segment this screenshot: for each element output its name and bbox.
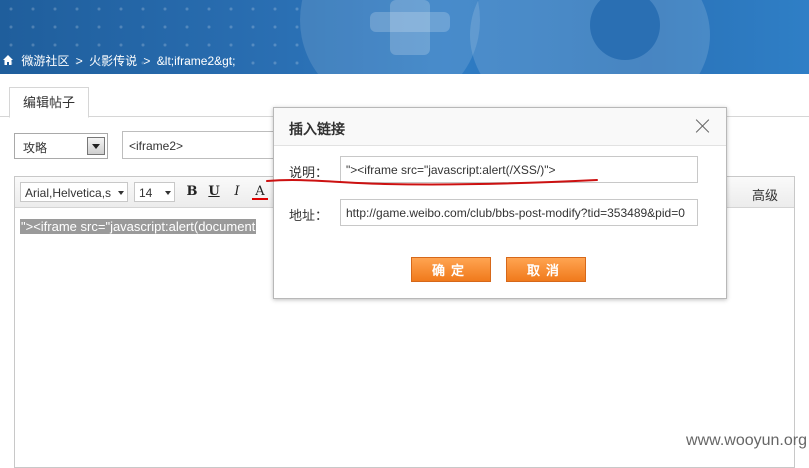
dialog-title: 插入链接 — [289, 121, 345, 137]
url-field[interactable]: http://game.weibo.com/club/bbs-post-modi… — [340, 199, 698, 226]
chevron-down-icon — [165, 191, 171, 195]
insert-link-dialog: 插入链接 说明： "><iframe src="javascript:alert… — [273, 107, 727, 299]
breadcrumb-community[interactable]: 微游社区 — [21, 54, 69, 68]
dialog-header: 插入链接 — [274, 108, 726, 146]
close-icon[interactable] — [694, 117, 712, 135]
advanced-button[interactable]: 高级 — [752, 185, 778, 204]
italic-button[interactable]: I — [229, 184, 245, 200]
font-family-value: Arial,Helvetica,s — [25, 186, 112, 200]
breadcrumb-board[interactable]: 火影传说 — [89, 54, 137, 68]
url-label: 地址： — [289, 208, 329, 223]
chevron-down-icon — [118, 191, 124, 195]
breadcrumb-separator: > — [75, 54, 83, 68]
title-value: <iframe2> — [129, 139, 184, 153]
category-select[interactable]: 攻略 — [14, 133, 108, 159]
font-size-value: 14 — [139, 186, 153, 200]
chevron-down-icon[interactable] — [87, 137, 105, 155]
breadcrumb: 微游社区 > 火影传说 > &lt;iframe2&gt; — [0, 52, 238, 70]
category-value: 攻略 — [23, 141, 48, 155]
cancel-button[interactable]: 取消 — [506, 257, 586, 282]
watermark: www.wooyun.org — [686, 432, 807, 449]
editor-content[interactable]: "><iframe src="javascript:alert(document — [20, 219, 257, 234]
home-icon[interactable] — [2, 54, 14, 66]
breadcrumb-separator: > — [143, 54, 151, 68]
font-family-select[interactable]: Arial,Helvetica,s — [20, 182, 128, 202]
header-banner: 微游社区 > 火影传说 > &lt;iframe2&gt; — [0, 0, 809, 74]
bold-button[interactable]: B — [184, 184, 200, 200]
font-size-select[interactable]: 14 — [134, 182, 175, 202]
annotation-underline — [266, 179, 598, 186]
tab-edit-post[interactable]: 编辑帖子 — [9, 87, 89, 118]
confirm-button[interactable]: 确定 — [411, 257, 491, 282]
url-value: http://game.weibo.com/club/bbs-post-modi… — [346, 206, 685, 220]
underline-button[interactable]: U — [206, 184, 222, 200]
breadcrumb-post: &lt;iframe2&gt; — [156, 54, 236, 68]
